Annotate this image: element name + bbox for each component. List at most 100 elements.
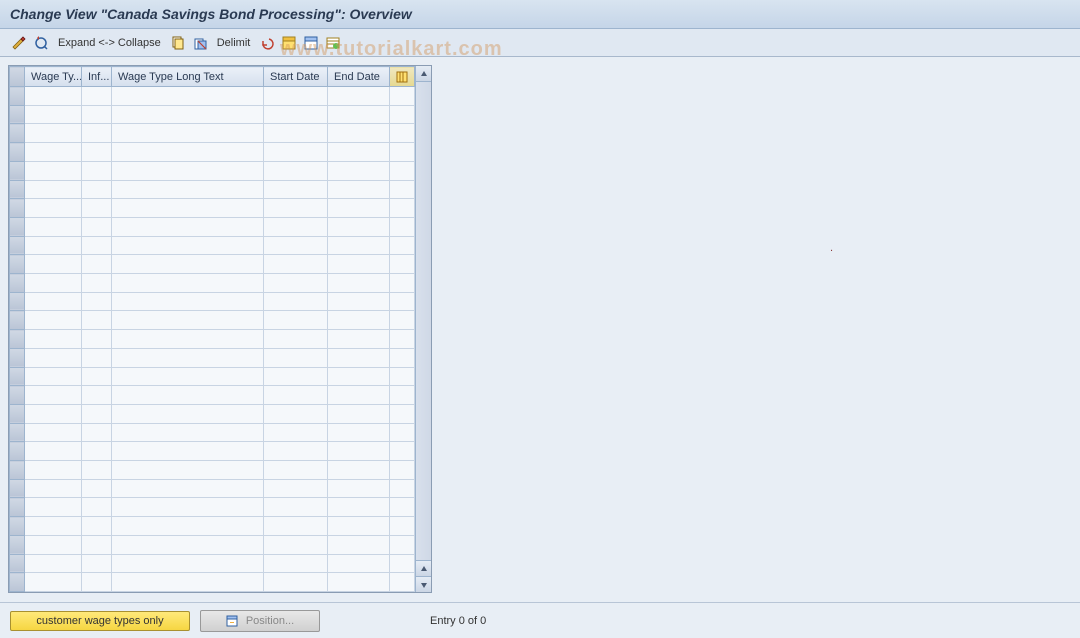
grid-cell[interactable]: [82, 274, 112, 293]
row-selector[interactable]: [10, 124, 25, 143]
grid-cell[interactable]: [25, 274, 82, 293]
grid-cell[interactable]: [25, 479, 82, 498]
table-row[interactable]: [10, 199, 415, 218]
grid-cell[interactable]: [112, 87, 264, 106]
customer-wage-types-button[interactable]: customer wage types only: [10, 611, 190, 631]
grid-cell[interactable]: [82, 573, 112, 592]
grid-cell[interactable]: [82, 161, 112, 180]
row-selector[interactable]: [10, 573, 25, 592]
grid-cell[interactable]: [112, 442, 264, 461]
grid-cell[interactable]: [82, 404, 112, 423]
grid-cell[interactable]: [112, 311, 264, 330]
grid-cell[interactable]: [264, 404, 328, 423]
grid-cell[interactable]: [328, 404, 390, 423]
row-selector[interactable]: [10, 442, 25, 461]
column-header[interactable]: Start Date: [264, 67, 328, 87]
deselect-all-icon[interactable]: [302, 34, 320, 52]
grid-cell[interactable]: [264, 498, 328, 517]
grid-cell[interactable]: [82, 479, 112, 498]
row-selector-header[interactable]: [10, 67, 25, 87]
grid-cell[interactable]: [25, 105, 82, 124]
grid-cell[interactable]: [112, 517, 264, 536]
grid-cell[interactable]: [25, 404, 82, 423]
grid-cell[interactable]: [25, 554, 82, 573]
grid-cell[interactable]: [264, 105, 328, 124]
grid-cell[interactable]: [328, 498, 390, 517]
grid-cell[interactable]: [25, 124, 82, 143]
grid-cell[interactable]: [264, 199, 328, 218]
grid-cell[interactable]: [112, 161, 264, 180]
grid-cell[interactable]: [82, 124, 112, 143]
grid-cell[interactable]: [82, 517, 112, 536]
grid-cell[interactable]: [328, 236, 390, 255]
table-row[interactable]: [10, 498, 415, 517]
grid-cell[interactable]: [25, 498, 82, 517]
grid-cell[interactable]: [328, 461, 390, 480]
row-selector[interactable]: [10, 161, 25, 180]
row-selector[interactable]: [10, 292, 25, 311]
grid-cell[interactable]: [82, 348, 112, 367]
table-row[interactable]: [10, 461, 415, 480]
grid-cell[interactable]: [25, 161, 82, 180]
grid-cell[interactable]: [82, 180, 112, 199]
grid-cell[interactable]: [328, 479, 390, 498]
grid-cell[interactable]: [112, 124, 264, 143]
row-selector[interactable]: [10, 217, 25, 236]
grid-cell[interactable]: [25, 236, 82, 255]
row-selector[interactable]: [10, 255, 25, 274]
grid-cell[interactable]: [82, 236, 112, 255]
config-icon[interactable]: [324, 34, 342, 52]
table-row[interactable]: [10, 124, 415, 143]
grid-cell[interactable]: [328, 255, 390, 274]
grid-cell[interactable]: [112, 217, 264, 236]
grid-cell[interactable]: [25, 143, 82, 162]
grid-cell[interactable]: [264, 87, 328, 106]
grid-cell[interactable]: [112, 236, 264, 255]
data-grid[interactable]: Wage Ty...Inf...Wage Type Long TextStart…: [8, 65, 432, 593]
grid-cell[interactable]: [25, 330, 82, 349]
grid-cell[interactable]: [328, 161, 390, 180]
row-selector[interactable]: [10, 461, 25, 480]
grid-cell[interactable]: [25, 517, 82, 536]
row-selector[interactable]: [10, 517, 25, 536]
grid-cell[interactable]: [25, 311, 82, 330]
column-header[interactable]: End Date: [328, 67, 390, 87]
table-row[interactable]: [10, 535, 415, 554]
grid-cell[interactable]: [264, 274, 328, 293]
grid-cell[interactable]: [82, 554, 112, 573]
grid-cell[interactable]: [112, 423, 264, 442]
grid-cell[interactable]: [112, 255, 264, 274]
grid-cell[interactable]: [25, 442, 82, 461]
table-row[interactable]: [10, 479, 415, 498]
grid-cell[interactable]: [25, 423, 82, 442]
grid-cell[interactable]: [82, 442, 112, 461]
position-button[interactable]: Position...: [200, 610, 320, 632]
scroll-track[interactable]: [416, 82, 431, 560]
grid-cell[interactable]: [82, 105, 112, 124]
row-selector[interactable]: [10, 535, 25, 554]
grid-cell[interactable]: [112, 348, 264, 367]
grid-cell[interactable]: [328, 423, 390, 442]
grid-cell[interactable]: [328, 217, 390, 236]
grid-cell[interactable]: [328, 124, 390, 143]
table-row[interactable]: [10, 255, 415, 274]
grid-cell[interactable]: [328, 274, 390, 293]
grid-cell[interactable]: [25, 386, 82, 405]
grid-cell[interactable]: [112, 554, 264, 573]
row-selector[interactable]: [10, 330, 25, 349]
grid-cell[interactable]: [264, 367, 328, 386]
table-row[interactable]: [10, 161, 415, 180]
delete-icon[interactable]: [191, 34, 209, 52]
grid-cell[interactable]: [328, 87, 390, 106]
row-selector[interactable]: [10, 348, 25, 367]
grid-cell[interactable]: [112, 498, 264, 517]
grid-cell[interactable]: [264, 535, 328, 554]
toggle-change-icon[interactable]: [10, 34, 28, 52]
grid-cell[interactable]: [264, 311, 328, 330]
grid-cell[interactable]: [264, 517, 328, 536]
grid-cell[interactable]: [328, 180, 390, 199]
grid-cell[interactable]: [264, 386, 328, 405]
grid-cell[interactable]: [264, 161, 328, 180]
table-row[interactable]: [10, 573, 415, 592]
grid-cell[interactable]: [25, 348, 82, 367]
